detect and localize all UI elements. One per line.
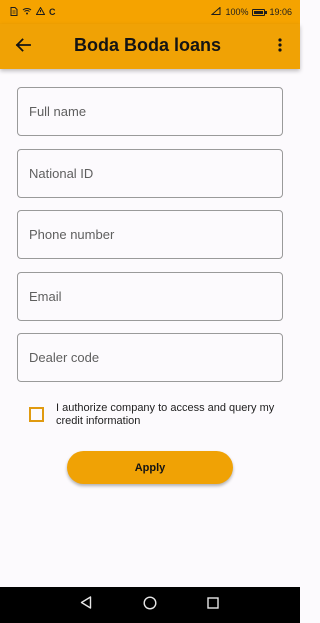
page-title: Boda Boda loans — [74, 35, 222, 55]
more-vert-icon — [278, 37, 282, 57]
wifi-icon — [22, 7, 32, 17]
email-input[interactable] — [17, 272, 283, 321]
system-nav-bar — [0, 587, 300, 623]
warning-icon — [35, 6, 46, 17]
overflow-menu-button[interactable] — [270, 34, 290, 60]
back-button[interactable] — [10, 34, 36, 60]
status-bar: C 100% 19:06 — [0, 0, 300, 24]
battery-icon — [252, 8, 268, 16]
square-recents-icon — [207, 596, 219, 614]
apply-button[interactable]: Apply — [67, 451, 233, 484]
app-bar: Boda Boda loans — [0, 24, 300, 69]
consent-label: I authorize company to access and query … — [56, 402, 275, 427]
battery-percent: 100% — [225, 7, 249, 17]
triangle-back-icon — [80, 596, 92, 614]
cell-signal-icon — [211, 6, 221, 17]
nav-recents-button[interactable] — [204, 596, 222, 614]
document-icon — [10, 6, 18, 18]
consent-checkbox[interactable] — [29, 407, 44, 422]
status-left: C — [10, 6, 56, 18]
carrier-letter: C — [49, 7, 56, 17]
full-name-input[interactable] — [17, 87, 283, 136]
status-right: 100% 19:06 — [211, 6, 292, 17]
nav-back-button[interactable] — [77, 596, 95, 614]
circle-home-icon — [143, 595, 157, 615]
dealer-code-input[interactable] — [17, 333, 283, 382]
nav-home-button[interactable] — [141, 595, 159, 615]
arrow-left-icon — [15, 37, 31, 57]
national-id-input[interactable] — [17, 149, 283, 198]
phone-number-input[interactable] — [17, 210, 283, 259]
status-time: 19:06 — [269, 7, 292, 17]
